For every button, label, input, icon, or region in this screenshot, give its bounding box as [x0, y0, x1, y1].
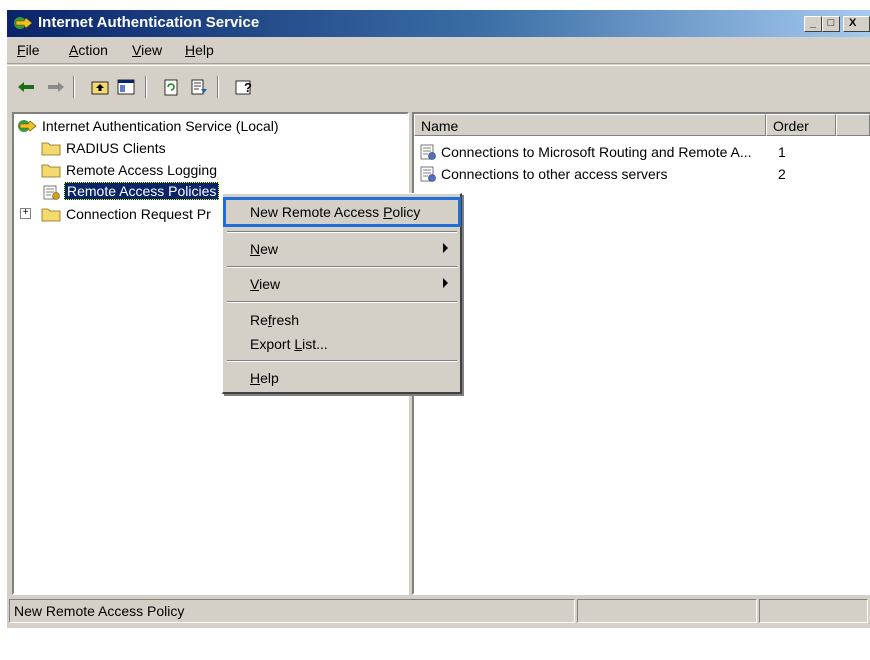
context-menu: New Remote Access Policy New View Refres…	[222, 193, 462, 394]
help-button[interactable]: ?	[233, 76, 255, 98]
column-header-name[interactable]: Name	[414, 114, 766, 136]
minimize-button[interactable]: _	[804, 16, 822, 32]
tree-item-label: RADIUS Clients	[66, 140, 166, 156]
list-row[interactable]: Connections to Microsoft Routing and Rem…	[416, 141, 866, 163]
menu-item-new-remote-access-policy[interactable]: New Remote Access Policy	[223, 197, 461, 227]
menu-separator	[227, 231, 457, 233]
toolbar: ?	[7, 65, 870, 117]
policy-icon	[43, 185, 60, 200]
folder-icon	[41, 164, 61, 178]
forward-arrow-icon	[48, 82, 64, 92]
show-hide-tree-button[interactable]	[115, 76, 137, 98]
up-folder-icon	[91, 81, 109, 95]
title-bar[interactable]: Internet Authentication Service _ □ X	[7, 10, 870, 37]
details-list[interactable]: Name Order Connections to Microsoft Rout…	[412, 112, 870, 595]
column-header-order[interactable]: Order	[766, 114, 836, 136]
refresh-button[interactable]	[160, 76, 182, 98]
ias-service-icon	[18, 120, 37, 132]
policy-name: Connections to other access servers	[441, 166, 668, 182]
status-panel	[577, 599, 757, 623]
ias-app-icon	[14, 17, 33, 29]
tree-item-label: Remote Access Policies	[64, 182, 220, 200]
menu-item-export-list[interactable]: Export List...	[226, 332, 458, 356]
toolbar-separator	[73, 76, 75, 98]
menu-help[interactable]: Help	[185, 42, 214, 58]
list-row[interactable]: Connections to other access servers 2	[416, 163, 866, 185]
menu-item-new[interactable]: New	[226, 237, 458, 261]
svg-text:?: ?	[244, 80, 252, 95]
menu-action[interactable]: Action	[69, 42, 108, 58]
policy-order: 1	[778, 144, 786, 160]
status-text: New Remote Access Policy	[9, 599, 575, 623]
menu-item-refresh[interactable]: Refresh	[226, 308, 458, 332]
status-panel	[759, 599, 868, 623]
menu-separator	[227, 301, 457, 303]
menu-view[interactable]: View	[132, 42, 162, 58]
submenu-arrow-icon	[443, 278, 448, 288]
menu-item-help[interactable]: Help	[226, 366, 458, 390]
status-bar: New Remote Access Policy	[7, 597, 870, 625]
tree-item-label: Connection Request Pr	[66, 206, 211, 222]
toolbar-separator	[145, 76, 147, 98]
tree-item-label: Remote Access Logging	[66, 162, 217, 178]
column-header-filler	[836, 114, 870, 136]
folder-icon	[41, 208, 61, 222]
submenu-arrow-icon	[443, 243, 448, 253]
maximize-button[interactable]: □	[822, 16, 840, 32]
refresh-icon	[164, 79, 178, 96]
show-hide-tree-icon	[117, 79, 135, 95]
forward-button[interactable]	[45, 76, 67, 98]
tree-item-label: Internet Authentication Service (Local)	[42, 118, 279, 134]
help-icon: ?	[235, 80, 252, 95]
toolbar-separator	[217, 76, 219, 98]
policy-icon	[420, 144, 436, 160]
export-list-button[interactable]	[188, 76, 210, 98]
back-button[interactable]	[15, 76, 37, 98]
menu-file[interactable]: File	[17, 42, 40, 58]
close-button[interactable]: X	[843, 16, 870, 32]
policy-order: 2	[778, 166, 786, 182]
menu-bar: File Action View Help	[7, 37, 870, 64]
export-list-icon	[191, 79, 207, 95]
back-arrow-icon	[18, 82, 34, 92]
policy-icon	[420, 166, 436, 182]
tree-expander-plus[interactable]: +	[20, 208, 31, 219]
policy-name: Connections to Microsoft Routing and Rem…	[441, 144, 752, 160]
menu-separator	[227, 266, 457, 268]
window-title: Internet Authentication Service	[38, 14, 260, 31]
menu-item-view[interactable]: View	[226, 272, 458, 296]
folder-icon	[41, 142, 61, 156]
menu-separator	[227, 360, 457, 362]
up-one-level-button[interactable]	[89, 76, 111, 98]
